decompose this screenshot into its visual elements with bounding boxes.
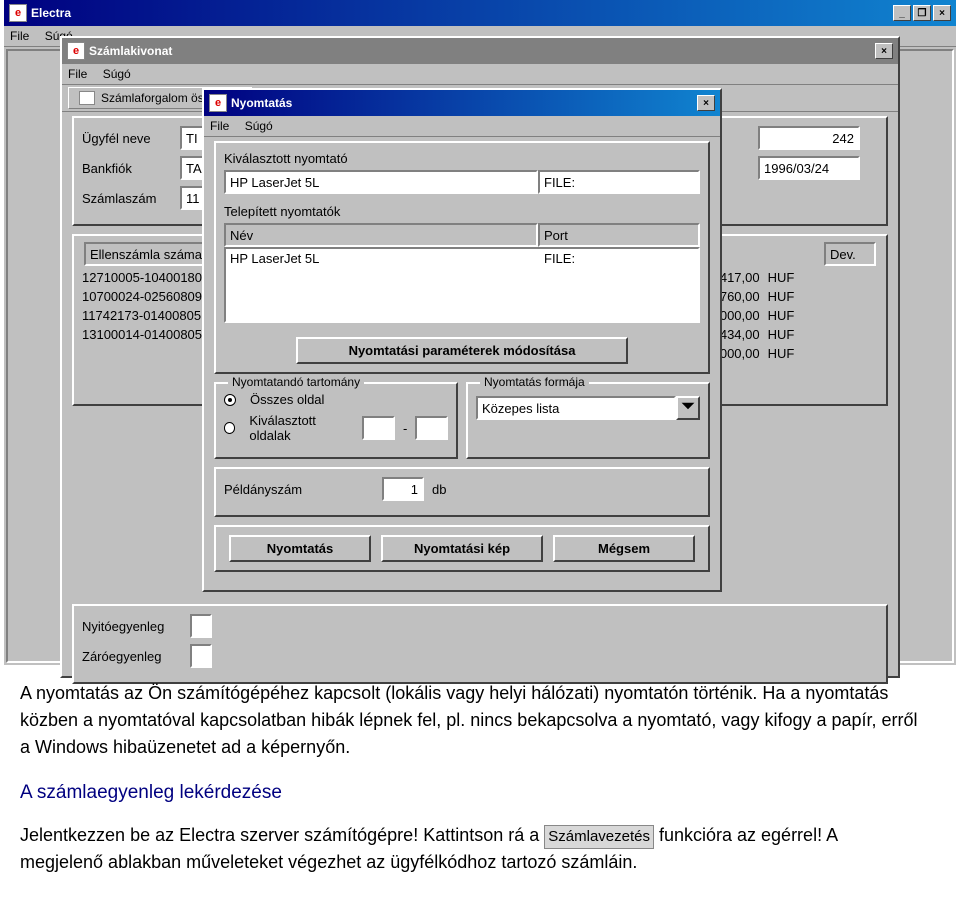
radio-icon[interactable] — [224, 394, 236, 406]
list-item[interactable]: HP LaserJet 5L — [226, 249, 540, 321]
radio-icon[interactable] — [224, 422, 235, 434]
label-installed-printers: Telepített nyomtatók — [224, 204, 700, 219]
app-icon: e — [9, 4, 27, 22]
section-heading: A számlaegyenleg lekérdezése — [20, 779, 920, 808]
field-date: 1996/03/24 — [758, 156, 860, 180]
legend-form: Nyomtatás formája — [480, 375, 589, 389]
modify-params-button[interactable]: Nyomtatási paraméterek módosítása — [296, 337, 628, 364]
page-from-input[interactable] — [362, 416, 395, 440]
title-text: Electra — [31, 6, 71, 20]
print-button[interactable]: Nyomtatás — [229, 535, 371, 562]
list-item-port: FILE: — [540, 249, 698, 321]
label-customer: Ügyfél neve — [82, 131, 172, 146]
field-opening — [190, 614, 212, 638]
window-print: e Nyomtatás × File Súgó Kiválasztott nyo… — [202, 88, 722, 592]
title-text: Számlakivonat — [89, 44, 172, 58]
titlebar-electra[interactable]: e Electra _ ❐ × — [4, 0, 956, 26]
label-copies: Példányszám — [224, 482, 374, 497]
col-name: Név — [224, 223, 538, 247]
copies-input[interactable]: 1 — [382, 477, 424, 501]
label-account: Számlaszám — [82, 191, 172, 206]
field-selected-printer: HP LaserJet 5L — [224, 170, 538, 194]
label-closing: Záróegyenleg — [82, 649, 182, 664]
menubar-statement[interactable]: File Súgó — [62, 64, 898, 85]
maximize-icon[interactable]: ❐ — [913, 5, 931, 21]
radio-all-pages[interactable]: Összes oldal — [224, 392, 448, 407]
panel-balances: Nyitóegyenleg Záróegyenleg — [72, 604, 888, 684]
radio-selected-pages[interactable]: Kiválasztott oldalak - — [224, 413, 448, 443]
dropdown-icon[interactable] — [676, 396, 700, 420]
menubar-print[interactable]: File Súgó — [204, 116, 720, 137]
menu-file[interactable]: File — [210, 119, 229, 133]
printer-list[interactable]: HP LaserJet 5L FILE: — [224, 247, 700, 323]
cancel-button[interactable]: Mégsem — [553, 535, 695, 562]
label-bank: Bankfiók — [82, 161, 172, 176]
panel-printers: Kiválasztott nyomtató HP LaserJet 5L FIL… — [214, 141, 710, 374]
label-opening: Nyitóegyenleg — [82, 619, 182, 634]
close-icon[interactable]: × — [875, 43, 893, 59]
print-form-select[interactable]: Közepes lista — [476, 396, 676, 420]
app-icon: e — [67, 42, 85, 60]
field-seq: 242 — [758, 126, 860, 150]
paragraph: A nyomtatás az Ön számítógépéhez kapcsol… — [20, 680, 920, 761]
panel-copies: Példányszám 1 db — [214, 467, 710, 517]
article-text: A nyomtatás az Ön számítógépéhez kapcsol… — [20, 680, 920, 876]
titlebar-print[interactable]: e Nyomtatás × — [204, 90, 720, 116]
menu-file[interactable]: File — [68, 67, 87, 81]
titlebar-statement[interactable]: e Számlakivonat × — [62, 38, 898, 64]
panel-actions: Nyomtatás Nyomtatási kép Mégsem — [214, 525, 710, 572]
col-port: Port — [538, 223, 700, 247]
minimize-icon[interactable]: _ — [893, 5, 911, 21]
label-selected-printer: Kiválasztott nyomtató — [224, 151, 700, 166]
col-dev: Dev. — [824, 242, 876, 266]
title-text: Nyomtatás — [231, 96, 292, 110]
menu-help[interactable]: Súgó — [103, 67, 131, 81]
close-icon[interactable]: × — [933, 5, 951, 21]
app-icon: e — [209, 94, 227, 112]
field-closing — [190, 644, 212, 668]
paragraph: Jelentkezzen be az Electra szerver számí… — [20, 822, 920, 877]
page-to-input[interactable] — [415, 416, 448, 440]
preview-button[interactable]: Nyomtatási kép — [381, 535, 543, 562]
panel-range: Nyomtatandó tartomány Összes oldal Kivál… — [214, 382, 458, 459]
link-szamlavezetes[interactable]: Számlavezetés — [544, 825, 654, 850]
field-selected-port: FILE: — [538, 170, 700, 194]
menu-help[interactable]: Súgó — [245, 119, 273, 133]
legend-range: Nyomtatandó tartomány — [228, 375, 364, 389]
tree-icon — [79, 91, 95, 105]
panel-form: Nyomtatás formája Közepes lista — [466, 382, 710, 459]
menu-file[interactable]: File — [10, 29, 29, 43]
label-db: db — [432, 482, 446, 497]
close-icon[interactable]: × — [697, 95, 715, 111]
